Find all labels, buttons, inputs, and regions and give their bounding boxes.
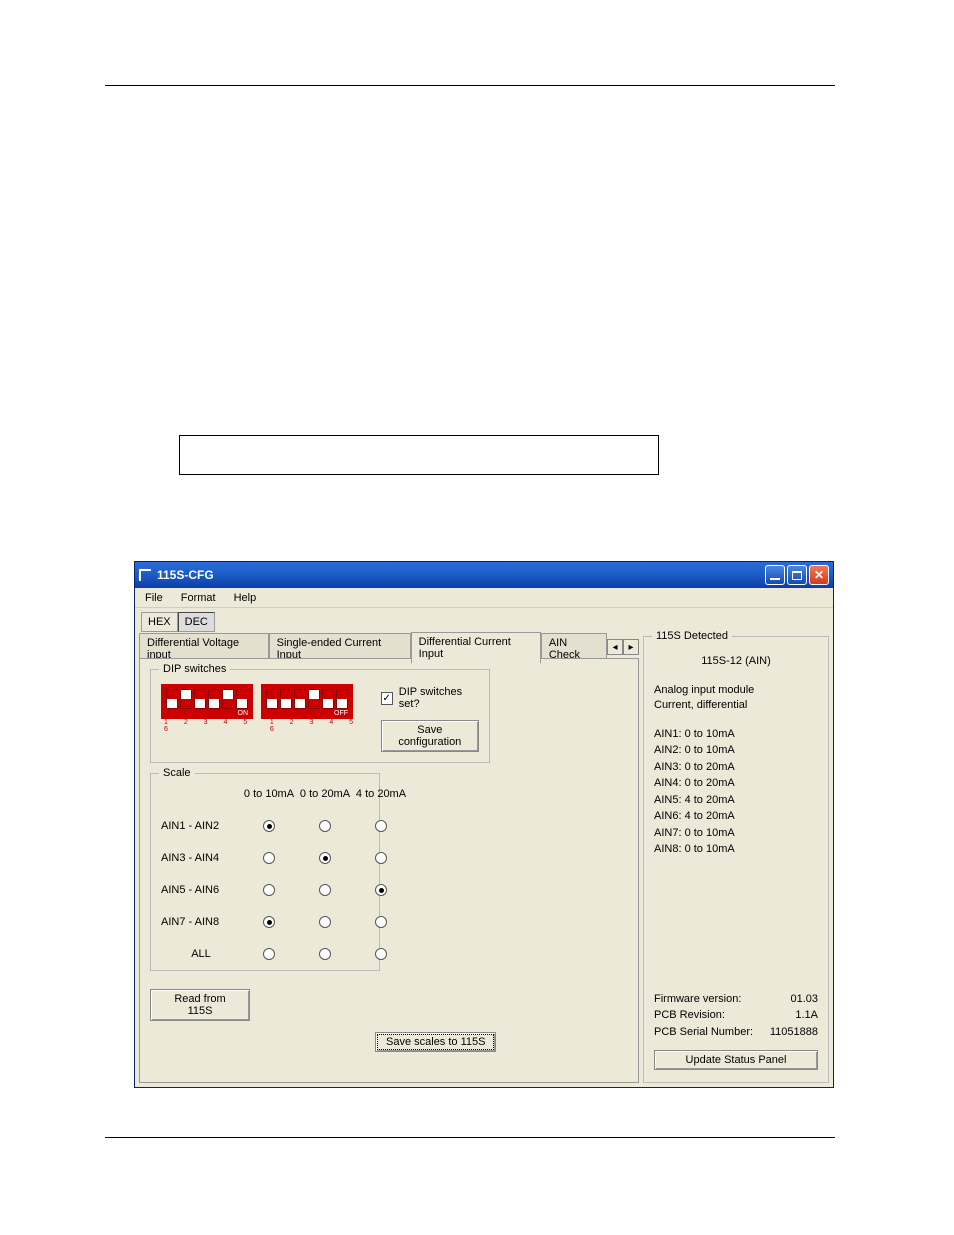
dip-block-1: ON — [161, 684, 253, 719]
update-status-button[interactable]: Update Status Panel — [654, 1050, 818, 1070]
hex-button[interactable]: HEX — [141, 612, 178, 632]
pcb-val: 1.1A — [795, 1007, 818, 1024]
dip-set-label: DIP switches set? — [399, 686, 479, 710]
radio-all-0-20[interactable] — [319, 948, 331, 960]
radio-ain12-0-20[interactable] — [319, 820, 331, 832]
maximize-button[interactable] — [787, 565, 807, 585]
dec-button[interactable]: DEC — [178, 612, 215, 632]
dip-block-2: OFF — [261, 684, 353, 719]
radio-ain78-0-20[interactable] — [319, 916, 331, 928]
ain8: AIN8: 0 to 10mA — [654, 841, 818, 858]
dip-set-checkbox[interactable]: ✓ — [381, 692, 393, 705]
dip-nums-2: 1 2 3 4 5 6 — [267, 719, 365, 733]
sn-val: 11051888 — [770, 1024, 818, 1041]
scale-hdr-0-10: 0 to 10mA — [241, 788, 297, 800]
radio-ain12-0-10[interactable] — [263, 820, 275, 832]
save-scales-button[interactable]: Save scales to 115S — [375, 1032, 496, 1052]
detected-title: 115S-12 (AIN) — [654, 655, 818, 667]
scale-row-ain56: AIN5 - AIN6 — [161, 884, 241, 896]
ain7: AIN7: 0 to 10mA — [654, 825, 818, 842]
ain-list: AIN1: 0 to 10mA AIN2: 0 to 10mA AIN3: 0 … — [654, 726, 818, 858]
separator-top — [105, 85, 835, 86]
scale-row-ain12: AIN1 - AIN2 — [161, 820, 241, 832]
fw-label: Firmware version: — [654, 991, 741, 1008]
scale-row-ain34: AIN3 - AIN4 — [161, 852, 241, 864]
close-button[interactable]: ✕ — [809, 565, 829, 585]
radio-ain56-0-10[interactable] — [263, 884, 275, 896]
scale-group: Scale 0 to 10mA 0 to 20mA 4 to 20mA AIN1… — [150, 773, 380, 971]
titlebar: 115S-CFG ✕ — [135, 562, 833, 588]
sn-label: PCB Serial Number: — [654, 1024, 753, 1041]
tab-scroll-left[interactable]: ◂ — [607, 639, 623, 655]
radio-ain56-4-20[interactable] — [375, 884, 387, 896]
radio-ain78-0-10[interactable] — [263, 916, 275, 928]
tab-strip: Differential Voltage input Single-ended … — [139, 636, 639, 658]
dip-legend: DIP switches — [159, 663, 230, 675]
dip-nums-1: 1 2 3 4 5 6 — [161, 719, 259, 733]
detected-panel: 115S Detected 115S-12 (AIN) Analog input… — [643, 636, 829, 1083]
detected-legend: 115S Detected — [652, 630, 732, 642]
dip-off-label: OFF — [334, 710, 348, 717]
radio-ain34-0-10[interactable] — [263, 852, 275, 864]
window-title: 115S-CFG — [157, 568, 765, 582]
scale-hdr-4-20: 4 to 20mA — [353, 788, 409, 800]
minimize-button[interactable] — [765, 565, 785, 585]
menubar: File Format Help — [135, 588, 833, 608]
scale-legend: Scale — [159, 767, 195, 779]
radio-all-4-20[interactable] — [375, 948, 387, 960]
dip-on-label: ON — [238, 710, 249, 717]
note-box — [179, 435, 659, 475]
ain5: AIN5: 4 to 20mA — [654, 792, 818, 809]
ain6: AIN6: 4 to 20mA — [654, 808, 818, 825]
ain2: AIN2: 0 to 10mA — [654, 742, 818, 759]
read-from-115s-button[interactable]: Read from 115S — [150, 989, 250, 1021]
save-config-button[interactable]: Save configuration — [381, 720, 479, 752]
fw-val: 01.03 — [790, 991, 818, 1008]
menu-file[interactable]: File — [139, 590, 169, 606]
scale-row-ain78: AIN7 - AIN8 — [161, 916, 241, 928]
scale-row-all: ALL — [161, 948, 241, 960]
tab-diff-current[interactable]: Differential Current Input — [411, 632, 541, 664]
app-icon — [139, 569, 151, 581]
separator-bottom — [105, 1137, 835, 1138]
scale-hdr-0-20: 0 to 20mA — [297, 788, 353, 800]
menu-help[interactable]: Help — [228, 590, 263, 606]
ain4: AIN4: 0 to 20mA — [654, 775, 818, 792]
radio-ain78-4-20[interactable] — [375, 916, 387, 928]
radio-all-0-10[interactable] — [263, 948, 275, 960]
ain3: AIN3: 0 to 20mA — [654, 759, 818, 776]
ain1: AIN1: 0 to 10mA — [654, 726, 818, 743]
radio-ain12-4-20[interactable] — [375, 820, 387, 832]
detected-desc2: Current, differential — [654, 698, 818, 713]
radio-ain56-0-20[interactable] — [319, 884, 331, 896]
menu-format[interactable]: Format — [175, 590, 222, 606]
tab-content: DIP switches — [139, 658, 639, 1083]
radio-ain34-0-20[interactable] — [319, 852, 331, 864]
tab-scroll-right[interactable]: ▸ — [623, 639, 639, 655]
app-window: 115S-CFG ✕ File Format Help HEX DEC Diff… — [134, 561, 834, 1088]
detected-desc1: Analog input module — [654, 683, 818, 698]
pcb-label: PCB Revision: — [654, 1007, 725, 1024]
radio-ain34-4-20[interactable] — [375, 852, 387, 864]
dip-switches-group: DIP switches — [150, 669, 490, 763]
